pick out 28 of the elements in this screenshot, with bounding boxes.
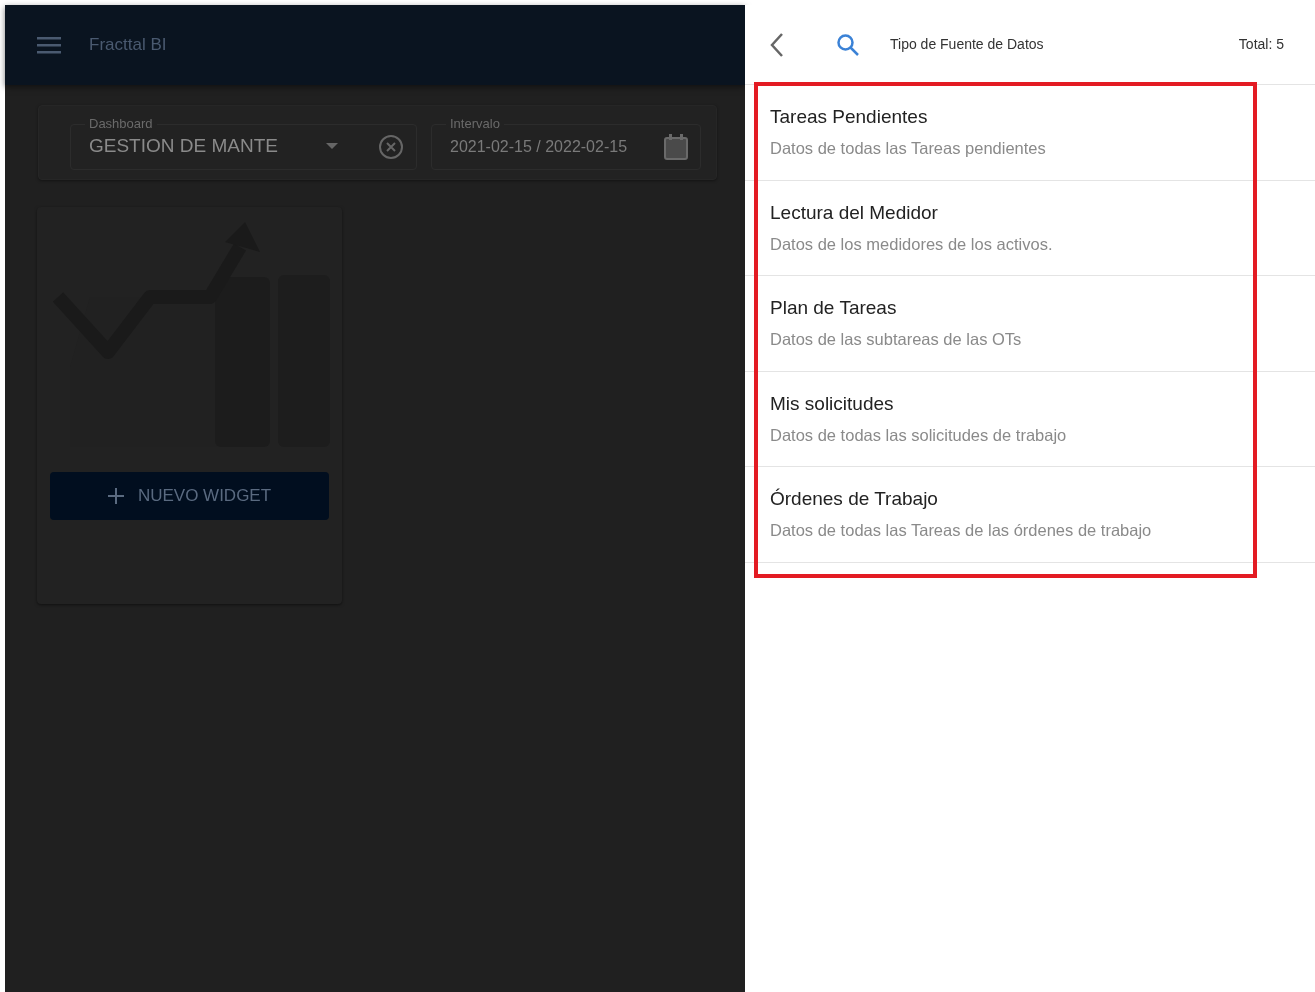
item-description: Datos de todas las Tareas pendientes: [770, 138, 1046, 159]
panel-title: Tipo de Fuente de Datos: [890, 35, 1044, 54]
item-title: Mis solicitudes: [770, 392, 894, 416]
field-value: 2021-02-15 / 2022-02-15: [450, 136, 628, 157]
data-source-item[interactable]: Tareas Pendientes Datos de todas las Tareas pendientes: [745, 85, 1315, 181]
data-source-item[interactable]: Mis solicitudes Datos de todas las solicitudes de trabajo: [745, 371, 1315, 467]
search-icon[interactable]: [836, 32, 860, 57]
calendar-icon[interactable]: [664, 133, 688, 160]
item-title: Órdenes de Trabajo: [770, 488, 938, 511]
item-title: Tareas Pendientes: [770, 106, 928, 129]
dropdown-caret-icon[interactable]: [326, 143, 338, 150]
back-icon[interactable]: [770, 31, 784, 58]
item-title: Lectura del Medidor: [770, 201, 938, 225]
item-description: Datos de todas las Tareas de las órdenes de trabajo: [770, 520, 1152, 541]
data-source-item[interactable]: Lectura del Medidor Datos de los medidores de los activos.: [745, 180, 1315, 276]
data-source-item[interactable]: Plan de Tareas Datos de las subtareas de las OTs: [745, 276, 1315, 372]
menu-icon[interactable]: [37, 36, 61, 54]
clear-icon[interactable]: [378, 133, 404, 160]
item-description: Datos de las subtareas de las OTs: [770, 329, 1022, 350]
field-value: GESTION DE MANTE: [89, 134, 278, 159]
total-count: Total: 5: [1238, 35, 1284, 54]
plus-icon: [107, 488, 124, 504]
item-description: Datos de los medidores de los activos.: [770, 233, 1053, 255]
new-widget-button[interactable]: NUEVO WIDGET: [50, 472, 329, 520]
item-description: Datos de todas las solicitudes de trabajo: [770, 424, 1067, 446]
data-source-item[interactable]: Órdenes de Trabajo Datos de todas las Tareas de las órdenes de trabajo: [745, 467, 1315, 563]
item-title: Plan de Tareas: [770, 297, 897, 320]
app-title: Fracttal BI: [89, 34, 167, 57]
